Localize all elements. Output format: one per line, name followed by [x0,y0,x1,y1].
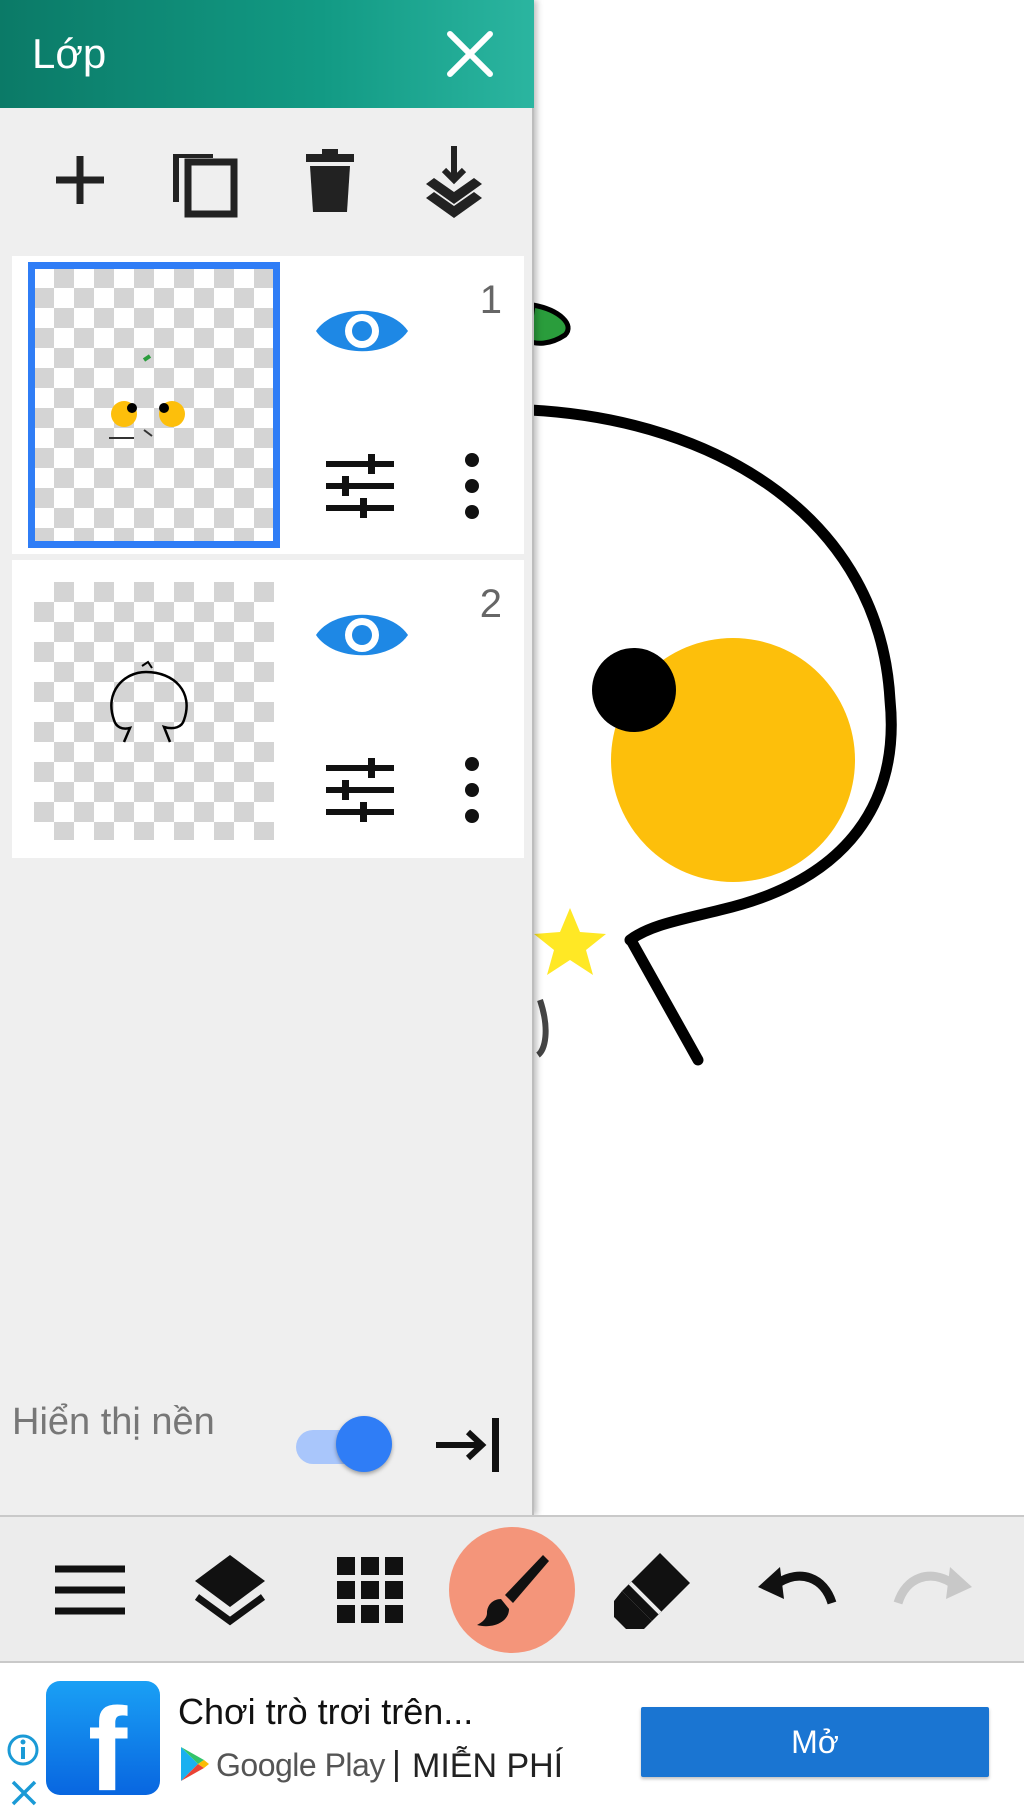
layer-number: 2 [479,582,502,626]
show-background-label: Hiển thị nền [12,1401,215,1443]
layer-thumbnail-art [109,354,185,439]
ad-close-icon[interactable] [8,1777,40,1809]
leg-line [626,936,704,1066]
panel-title: Lớp [32,30,107,77]
layer-thumbnail[interactable] [28,262,280,548]
delete-icon[interactable] [290,140,370,220]
ad-store-name: Google Play [216,1747,385,1783]
redo-icon[interactable] [890,1545,980,1635]
undo-icon[interactable] [750,1545,840,1635]
brush-tool-button[interactable] [449,1527,575,1653]
layers-icon[interactable] [185,1545,275,1635]
layer-number: 1 [479,278,502,322]
ad-separator: | [392,1745,401,1783]
show-background-toggle[interactable] [296,1414,392,1474]
grid-icon[interactable] [325,1545,415,1635]
ad-open-button[interactable]: Mở [641,1707,989,1777]
eraser-icon[interactable] [608,1545,698,1635]
panel-header: Lớp [0,0,534,108]
merge-down-icon[interactable] [414,140,494,220]
add-icon[interactable] [40,140,120,220]
star-shape [534,908,606,975]
ad-info-icon[interactable] [6,1733,40,1767]
layer-row[interactable]: 2 [12,560,524,858]
layer-row[interactable]: 1 [12,256,524,554]
more-options-icon[interactable] [452,750,492,830]
ad-banner[interactable]: f Chơi trò trơi trên... Google Play | MI… [0,1663,1024,1820]
ad-price: MIỄN PHÍ [412,1747,564,1785]
layer-thumbnail-art [110,660,188,743]
facebook-logo-icon: f [46,1681,160,1795]
bottom-toolbar [0,1515,1024,1663]
leaf-shape [525,302,571,346]
layer-thumbnail[interactable] [34,582,274,840]
brush-icon [477,1555,549,1627]
sketch-line [535,999,549,1058]
app-root: Lớp 1 2 Hiển thị nền f Chơi trò trơi trê… [0,0,1024,1820]
menu-icon[interactable] [45,1545,135,1635]
eye-circle [592,648,676,732]
duplicate-icon[interactable] [163,140,243,220]
ad-title: Chơi trò trơi trên... [178,1691,474,1732]
visibility-icon[interactable] [312,600,412,670]
layer-toolbar [0,108,534,254]
visibility-icon[interactable] [312,296,412,366]
more-options-icon[interactable] [452,446,492,526]
google-play-icon [181,1747,209,1781]
adjust-icon[interactable] [320,446,400,526]
toggle-thumb [336,1416,392,1472]
close-icon[interactable] [440,24,500,84]
adjust-icon[interactable] [320,750,400,830]
layer-panel: Lớp 1 2 Hiển thị nền [0,0,534,1515]
collapse-panel-icon[interactable] [432,1412,504,1478]
